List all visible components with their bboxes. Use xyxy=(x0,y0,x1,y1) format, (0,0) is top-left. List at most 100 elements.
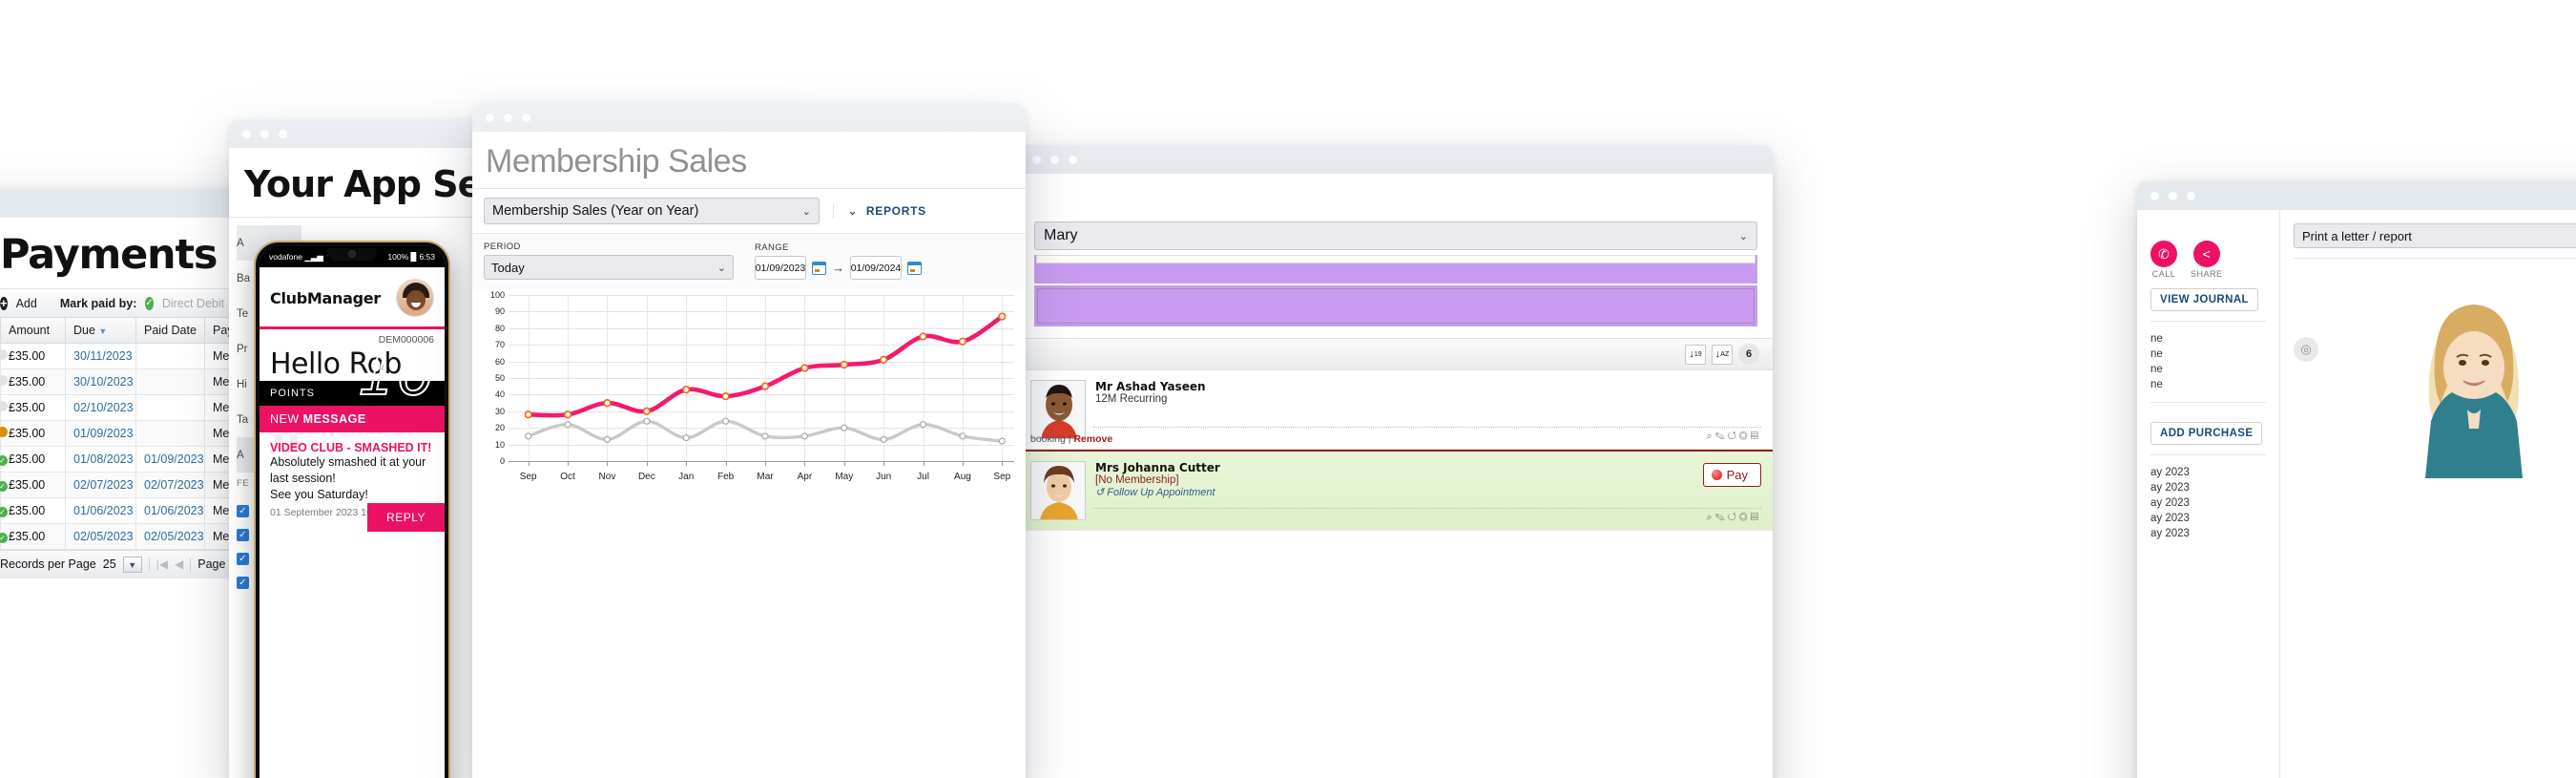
add-icon[interactable]: + xyxy=(0,296,8,310)
data-point[interactable] xyxy=(603,435,612,444)
window-dot-close[interactable] xyxy=(1032,155,1041,164)
column-due[interactable]: Due ▼ xyxy=(65,318,136,344)
data-point[interactable] xyxy=(880,355,888,365)
data-point[interactable] xyxy=(998,437,1006,445)
window-dot-maximize[interactable] xyxy=(1069,155,1077,164)
history-icon[interactable]: ↺ xyxy=(1728,431,1739,442)
divider xyxy=(148,557,150,572)
view-journal-button[interactable]: VIEW JOURNAL xyxy=(2150,288,2258,311)
add-button[interactable]: Add xyxy=(16,297,37,310)
add-purchase-button[interactable]: ADD PURCHASE xyxy=(2150,422,2263,445)
data-point[interactable] xyxy=(840,360,848,369)
series-line-this-year xyxy=(526,314,1005,418)
range-from-input[interactable]: 01/09/2023 xyxy=(755,256,806,280)
points-bar: 16 POINTS xyxy=(260,344,445,406)
reply-button[interactable]: REPLY xyxy=(367,502,445,532)
period-select[interactable]: Today ⌄ xyxy=(484,255,734,280)
member-card[interactable]: Mrs Johanna Cutter [No Membership] ↺ Follo… xyxy=(1019,450,1773,531)
column-due-label: Due xyxy=(73,323,95,337)
data-point[interactable] xyxy=(643,417,651,425)
cell-due: 02/05/2023 xyxy=(65,522,136,550)
window-dot-maximize[interactable] xyxy=(279,129,287,138)
sort-numeric-icon[interactable]: ↓ 1 9 xyxy=(1685,344,1706,365)
photo-icon[interactable]: ◎ xyxy=(1739,431,1751,442)
mark-paid-direct-debit[interactable]: Direct Debit xyxy=(162,297,224,310)
inline-field[interactable] xyxy=(1036,255,1755,263)
edit-icon[interactable]: ✎ xyxy=(1715,431,1728,442)
data-point[interactable] xyxy=(760,382,770,390)
edit-icon[interactable]: ✎ xyxy=(1715,512,1728,523)
window-dot-minimize[interactable] xyxy=(2169,191,2177,200)
search-icon[interactable]: ⌕ xyxy=(1706,512,1714,523)
member-select[interactable]: Mary ⌄ xyxy=(1034,221,1757,250)
calendar-icon[interactable] xyxy=(907,261,922,275)
member-top: Mary ⌄ xyxy=(1019,174,1773,326)
data-point[interactable] xyxy=(721,391,730,401)
avatar[interactable] xyxy=(396,279,434,317)
reports-toggle[interactable]: ⌄ REPORTS xyxy=(833,203,926,219)
data-point[interactable] xyxy=(642,407,651,415)
column-paid-date[interactable]: Paid Date xyxy=(135,318,205,344)
calendar-icon[interactable] xyxy=(812,261,826,275)
cell-amount: £35.00 xyxy=(0,342,66,369)
data-point[interactable] xyxy=(603,398,612,408)
data-point[interactable] xyxy=(761,432,769,440)
window-dot-maximize[interactable] xyxy=(2187,191,2195,200)
feature-checkbox-1[interactable]: ✓ xyxy=(237,529,249,541)
window-dot-minimize[interactable] xyxy=(1050,155,1059,164)
print-letter-select[interactable]: Print a letter / report ⌄ xyxy=(2294,223,2576,248)
data-point[interactable] xyxy=(958,337,967,346)
card-icon[interactable]: ▤ xyxy=(1751,512,1761,523)
x-tick-label: Sep xyxy=(993,472,1011,482)
data-point[interactable] xyxy=(919,332,927,341)
data-point[interactable] xyxy=(800,364,809,372)
records-per-page-select[interactable]: ▼ xyxy=(122,556,142,573)
cell-amount: £35.00 xyxy=(0,393,66,421)
data-point[interactable] xyxy=(525,432,532,440)
card-icon[interactable]: ▤ xyxy=(1751,431,1761,442)
feature-checkbox-0[interactable]: ✓ xyxy=(237,505,249,517)
range-to-input[interactable]: 01/09/2024 xyxy=(850,256,902,280)
photo-icon[interactable]: ◎ xyxy=(1739,512,1751,523)
status-indicator-unpaid xyxy=(0,374,8,386)
data-point[interactable] xyxy=(564,421,571,429)
data-point[interactable] xyxy=(800,432,809,440)
membership-sales-titlebar xyxy=(472,103,1026,132)
window-dot-minimize[interactable] xyxy=(504,113,512,122)
data-point[interactable] xyxy=(841,424,848,431)
pay-button[interactable]: Pay xyxy=(1702,463,1761,487)
member-photo xyxy=(2393,268,2555,478)
sort-alpha-icon[interactable]: ↓ A Z xyxy=(1712,344,1733,365)
first-page-icon[interactable]: |◀ xyxy=(156,557,168,571)
data-point[interactable] xyxy=(880,435,887,444)
feature-checkbox-2[interactable]: ✓ xyxy=(237,553,249,565)
period-label: PERIOD xyxy=(484,242,521,252)
data-point[interactable] xyxy=(563,410,572,419)
data-point[interactable] xyxy=(998,312,1007,321)
data-point[interactable] xyxy=(682,433,690,442)
window-dot-minimize[interactable] xyxy=(260,129,269,138)
member-card[interactable]: Mr Ashad Yaseen 12M Recurring ⌕✎↺◎▤ booking… xyxy=(1019,370,1773,450)
data-point[interactable] xyxy=(524,410,532,419)
feature-checkbox-3[interactable]: ✓ xyxy=(237,577,249,589)
window-dot-close[interactable] xyxy=(242,129,251,138)
window-dot-close[interactable] xyxy=(2150,191,2159,200)
report-select[interactable]: Membership Sales (Year on Year) ⌄ xyxy=(484,198,820,224)
data-point[interactable] xyxy=(721,417,730,425)
data-point[interactable] xyxy=(919,421,927,429)
remove-link[interactable]: Remove xyxy=(1073,433,1112,445)
history-icon[interactable]: ↺ xyxy=(1728,512,1739,523)
prev-page-icon[interactable]: ◀ xyxy=(175,557,183,571)
data-point[interactable] xyxy=(682,386,691,394)
data-point[interactable] xyxy=(959,432,966,440)
membership-sales-chart: 0 10 20 30 40 50 60 70 80 90 100 Sep Oct Nov Dec Jan Fe… xyxy=(480,290,1018,486)
camera-icon[interactable]: ◎ xyxy=(2294,337,2318,362)
column-amount[interactable]: Amount xyxy=(0,318,66,344)
search-icon[interactable]: ⌕ xyxy=(1706,431,1714,442)
share-action[interactable]: < SHARE xyxy=(2191,241,2223,279)
member-row-icons[interactable]: ⌕✎↺◎▤ xyxy=(1706,431,1761,443)
call-action[interactable]: ✆ CALL xyxy=(2150,241,2177,279)
window-dot-close[interactable] xyxy=(486,113,494,122)
member-row-icons[interactable]: ⌕✎↺◎▤ xyxy=(1706,512,1761,524)
window-dot-maximize[interactable] xyxy=(522,113,530,122)
